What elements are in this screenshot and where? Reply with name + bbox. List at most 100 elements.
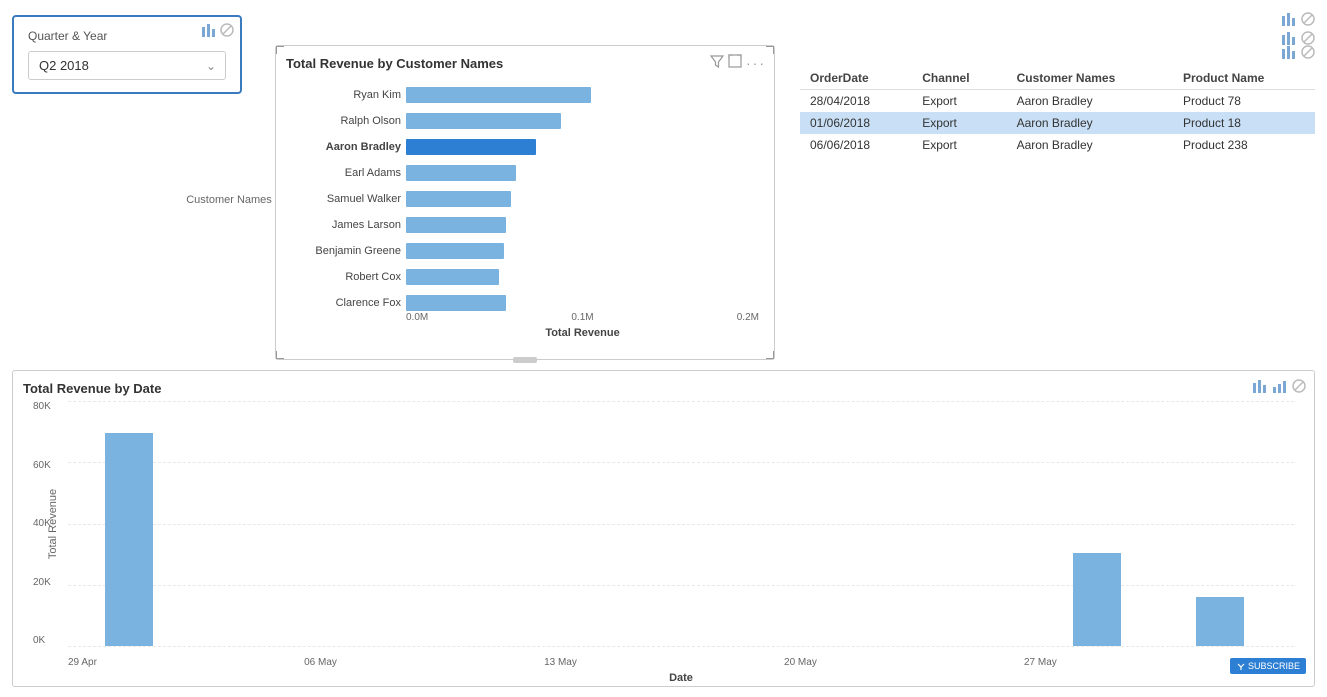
bar[interactable] (406, 269, 499, 285)
table-row-highlighted[interactable]: 01/06/2018 Export Aaron Bradley Product … (800, 112, 1315, 134)
no-icon[interactable] (220, 23, 234, 40)
top-icon-group-1 (1281, 12, 1315, 29)
grid-line (68, 401, 1294, 402)
bar-chart-icon-date[interactable] (1252, 379, 1268, 396)
bar-row: Aaron Bradley (406, 136, 759, 158)
bar-chart-icon-date2[interactable] (1272, 379, 1288, 396)
v-bar-03jun[interactable] (1073, 553, 1121, 646)
x-tick: 0.0M (406, 312, 428, 323)
more-icon[interactable]: ··· (746, 55, 766, 71)
bar-chart-title: Total Revenue by Customer Names (276, 46, 774, 71)
bar-row: Ralph Olson (406, 110, 759, 132)
y-tick: 0K (33, 635, 51, 646)
y-axis-ticks: 80K 60K 40K 20K 0K (33, 401, 51, 646)
resize-handle[interactable] (513, 357, 537, 363)
date-chart-title: Total Revenue by Date (13, 371, 1314, 396)
bar-row: Ryan Kim (406, 84, 759, 106)
col-channel: Channel (912, 67, 1006, 90)
cell-customer: Aaron Bradley (1007, 90, 1173, 113)
bar[interactable] (406, 243, 504, 259)
grid-line (68, 524, 1294, 525)
no-icon-date[interactable] (1292, 379, 1306, 396)
x-tick-label: 27 May (1024, 657, 1057, 668)
bar-label: Ryan Kim (286, 89, 401, 101)
bar-label: Earl Adams (286, 167, 401, 179)
bar-chart-icon-2[interactable] (1281, 12, 1297, 29)
x-tick: 0.2M (737, 312, 759, 323)
y-tick: 80K (33, 401, 51, 412)
bar-chart-icon-table[interactable] (1281, 45, 1297, 62)
x-tick-label: 06 May (304, 657, 337, 668)
col-orderdate: OrderDate (800, 67, 912, 90)
x-axis-title-date: Date (68, 672, 1294, 684)
bar-label: Benjamin Greene (286, 245, 401, 257)
v-bar-29apr[interactable] (105, 433, 153, 646)
bar[interactable] (406, 295, 506, 311)
x-axis-ticks: 0.0M 0.1M 0.2M (406, 312, 759, 323)
cell-date: 06/06/2018 (800, 134, 912, 156)
bar[interactable] (406, 191, 511, 207)
x-tick-label: 20 May (784, 657, 817, 668)
table-row[interactable]: 28/04/2018 Export Aaron Bradley Product … (800, 90, 1315, 113)
bar-selected[interactable] (406, 139, 536, 155)
date-chart-container: Total Revenue by Date Total Revenue 80K … (12, 370, 1315, 687)
bar-row: Robert Cox (406, 266, 759, 288)
subscribe-badge[interactable]: SUBSCRIBE (1230, 658, 1306, 674)
y-axis-label: Customer Names (186, 194, 272, 206)
cell-channel: Export (912, 112, 1006, 134)
bar-label: Clarence Fox (286, 297, 401, 309)
expand-icon[interactable] (728, 54, 742, 71)
table-row[interactable]: 06/06/2018 Export Aaron Bradley Product … (800, 134, 1315, 156)
x-tick-label: 29 Apr (68, 657, 97, 668)
table-icon-row (800, 45, 1315, 62)
no-icon-table[interactable] (1301, 45, 1315, 62)
cell-product: Product 78 (1173, 90, 1315, 113)
bar-chart-container: Total Revenue by Customer Names ··· Cust… (275, 45, 775, 360)
filter-select-wrapper[interactable]: Q2 2018 Q1 2018 Q3 2018 Q4 2018 ⌄ (28, 51, 226, 80)
bar-label: James Larson (286, 219, 401, 231)
bar-row: Samuel Walker (406, 188, 759, 210)
bar-rows: Ryan Kim Ralph Olson Aaron Bradley Earl … (406, 79, 759, 314)
bar-label: Robert Cox (286, 271, 401, 283)
no-icon-2[interactable] (1301, 12, 1315, 29)
cell-customer: Aaron Bradley (1007, 112, 1173, 134)
y-tick: 40K (33, 518, 51, 529)
x-axis-labels-date: 29 Apr 06 May 13 May 20 May 27 May 03 Ju… (68, 657, 1294, 668)
y-tick: 20K (33, 577, 51, 588)
bar-row: Clarence Fox (406, 292, 759, 314)
grid-line (68, 646, 1294, 647)
quarter-year-select[interactable]: Q2 2018 Q1 2018 Q3 2018 Q4 2018 (28, 51, 226, 80)
filter-icon[interactable] (710, 54, 724, 71)
bar-row: Earl Adams (406, 162, 759, 184)
cell-customer: Aaron Bradley (1007, 134, 1173, 156)
cell-date: 01/06/2018 (800, 112, 912, 134)
bar-row: James Larson (406, 214, 759, 236)
filter-widget: Quarter & Year Q2 2018 Q1 2018 Q3 2018 Q… (12, 15, 242, 94)
col-product: Product Name (1173, 67, 1315, 90)
y-tick: 60K (33, 460, 51, 471)
subscribe-label: SUBSCRIBE (1248, 661, 1300, 671)
cell-date: 28/04/2018 (800, 90, 912, 113)
bar[interactable] (406, 113, 561, 129)
bar-row: Benjamin Greene (406, 240, 759, 262)
bar-label: Aaron Bradley (286, 141, 401, 153)
cell-product: Product 238 (1173, 134, 1315, 156)
x-axis-label: Total Revenue (406, 327, 759, 339)
x-tick-label: 13 May (544, 657, 577, 668)
x-tick: 0.1M (571, 312, 593, 323)
col-customer: Customer Names (1007, 67, 1173, 90)
bar[interactable] (406, 217, 506, 233)
table-container: OrderDate Channel Customer Names Product… (800, 45, 1315, 156)
bar-label: Ralph Olson (286, 115, 401, 127)
bar[interactable] (406, 87, 591, 103)
date-chart-area: Total Revenue 80K 60K 40K 20K 0K (68, 401, 1294, 646)
filter-label: Quarter & Year (28, 29, 226, 43)
bar[interactable] (406, 165, 516, 181)
bar-chart-icon[interactable] (201, 23, 217, 40)
cell-channel: Export (912, 90, 1006, 113)
bar-label: Samuel Walker (286, 193, 401, 205)
grid-line (68, 462, 1294, 463)
cell-channel: Export (912, 134, 1006, 156)
v-bar-10jun[interactable] (1196, 597, 1244, 646)
cell-product: Product 18 (1173, 112, 1315, 134)
